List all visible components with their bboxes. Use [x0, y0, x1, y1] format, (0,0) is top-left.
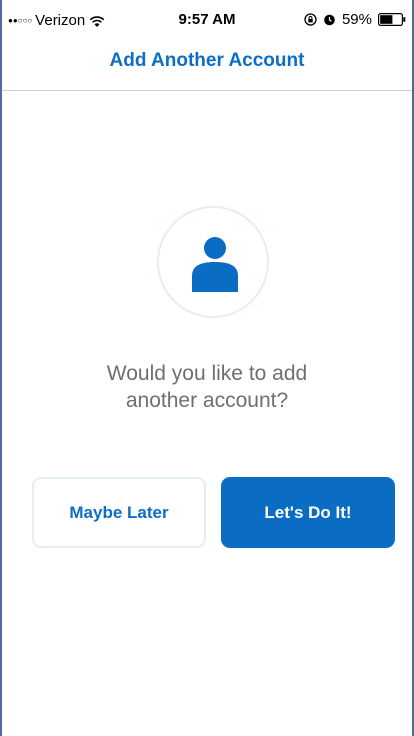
lets-do-it-button[interactable]: Let's Do It! [221, 477, 395, 548]
avatar [157, 206, 269, 318]
battery-percent: 59% [341, 11, 372, 28]
prompt-line-1: Would you like to add [106, 362, 308, 385]
alarm-icon [323, 13, 336, 26]
prompt-line-2: another account? [125, 389, 289, 412]
status-bar: ●●○○○ Verizon 9:57 AM 59% [2, 0, 412, 40]
maybe-later-button[interactable]: Maybe Later [32, 477, 206, 548]
navigation-bar: Add Another Account [2, 40, 412, 91]
person-icon [192, 237, 238, 292]
battery-icon [378, 13, 406, 27]
app-screen: ●●○○○ Verizon 9:57 AM 59% Add Another Ac… [0, 0, 414, 736]
add-account-prompt: Would you like to add another account? [42, 360, 372, 414]
page-title: Add Another Account [109, 50, 305, 71]
status-right: 59% [304, 11, 406, 28]
rotation-lock-icon [304, 13, 317, 26]
